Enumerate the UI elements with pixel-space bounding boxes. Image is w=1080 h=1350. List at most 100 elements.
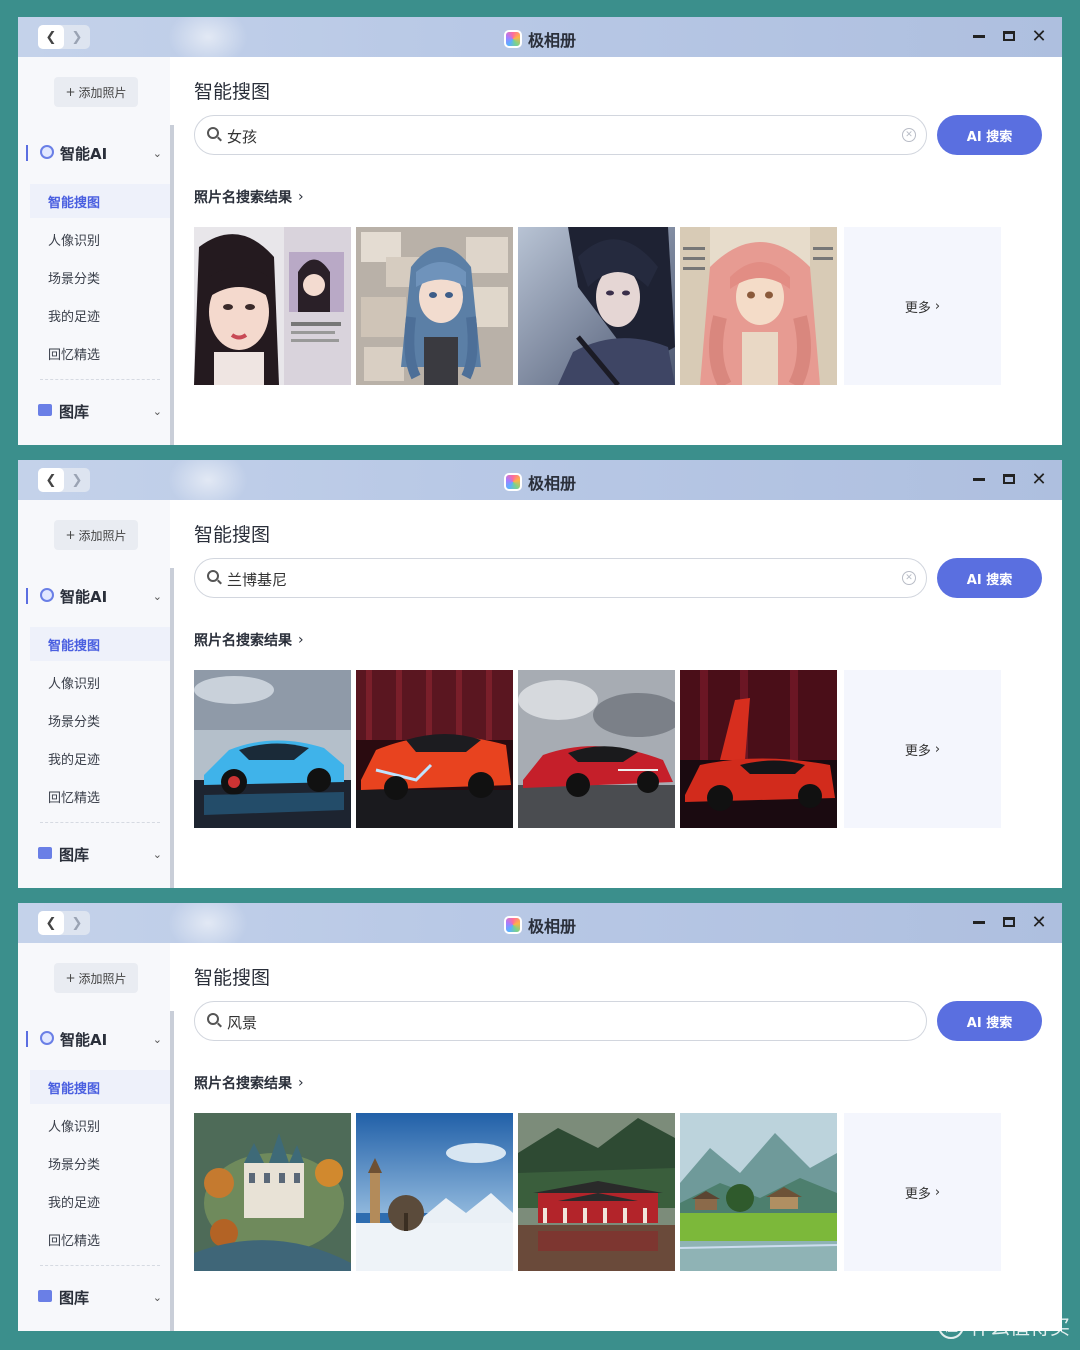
- title-bar: ❮ ❯ 极相册 ✕: [18, 17, 1062, 67]
- close-icon[interactable]: ✕: [1030, 26, 1048, 47]
- sidebar-item-memories[interactable]: 回忆精选: [30, 779, 170, 813]
- minimize-icon[interactable]: [970, 470, 988, 488]
- app-window-2: ❮ ❯ 极相册 ✕ + 添加照片 智能AI ⌄ 智能搜图 人像识别 场景分类 我的…: [18, 460, 1062, 888]
- clear-icon[interactable]: ✕: [902, 571, 916, 585]
- search-icon: [207, 570, 222, 585]
- app-logo-icon: [503, 473, 522, 491]
- more-button[interactable]: 更多 ›: [844, 670, 1001, 828]
- sidebar-divider: [40, 379, 160, 380]
- sidebar-item-scene[interactable]: 场景分类: [30, 260, 170, 294]
- chevron-right-icon: ›: [298, 632, 304, 648]
- add-photo-button[interactable]: + 添加照片: [54, 77, 138, 107]
- app-window-1: ❮ ❯ 极相册 ✕ + 添加照片 智能AI ⌄ 智能搜图 人像识别 场景分类 我的…: [18, 17, 1062, 445]
- search-input[interactable]: [227, 125, 887, 147]
- photo-thumb-castle-island[interactable]: [194, 1113, 351, 1271]
- close-icon[interactable]: ✕: [1030, 912, 1048, 933]
- search-box[interactable]: [194, 1001, 927, 1041]
- ai-search-button[interactable]: AI 搜索: [937, 1001, 1042, 1041]
- chevron-down-icon: ⌄: [152, 146, 162, 160]
- chevron-down-icon: ⌄: [152, 589, 162, 603]
- app-logo-icon: [503, 916, 522, 934]
- app-logo-icon: [503, 30, 522, 48]
- main-content: 智能搜图 ✕ AI 搜索 照片名搜索结果› 更多›: [174, 57, 1062, 445]
- sidebar-item-face[interactable]: 人像识别: [30, 665, 170, 699]
- watermark-logo-icon: 值: [938, 1312, 964, 1339]
- photo-thumb-girl-pink-hair[interactable]: [680, 227, 837, 385]
- app-title: 极相册: [18, 913, 1062, 937]
- sidebar-item-smart-search[interactable]: 智能搜图: [30, 627, 170, 661]
- search-box[interactable]: ✕: [194, 115, 927, 155]
- search-input[interactable]: [227, 1011, 887, 1033]
- photo-thumb-car-blue[interactable]: [194, 670, 351, 828]
- app-title-text: 极相册: [527, 31, 576, 50]
- watermark: 值 什么值得买: [938, 1311, 1070, 1340]
- sidebar: + 添加照片 智能AI ⌄ 智能搜图 人像识别 场景分类 我的足迹 回忆精选 图库…: [18, 57, 170, 445]
- search-icon: [207, 1013, 222, 1028]
- maximize-icon[interactable]: [1000, 470, 1018, 488]
- main-content: 智能搜图 AI 搜索 照片名搜索结果› 更多›: [174, 943, 1062, 1331]
- photo-thumb-car-red-doors[interactable]: [680, 670, 837, 828]
- more-button[interactable]: 更多 ›: [844, 1113, 1001, 1271]
- results-heading[interactable]: 照片名搜索结果 ›: [194, 1073, 304, 1093]
- photo-thumb-girl-rain[interactable]: [518, 227, 675, 385]
- sidebar-section-ai[interactable]: 智能AI ⌄: [18, 141, 170, 165]
- sidebar-item-scene[interactable]: 场景分类: [30, 1146, 170, 1180]
- sidebar-section-library[interactable]: 图库 ⌄: [18, 1285, 170, 1309]
- minimize-icon[interactable]: [970, 27, 988, 45]
- results-heading[interactable]: 照片名搜索结果 ›: [194, 187, 304, 207]
- chevron-right-icon: ›: [934, 1184, 941, 1200]
- photo-thumb-mountain-rice-field[interactable]: [680, 1113, 837, 1271]
- sidebar-item-memories[interactable]: 回忆精选: [30, 336, 170, 370]
- photo-thumb-girl-blue-hair[interactable]: [356, 227, 513, 385]
- sidebar-section-library[interactable]: 图库 ⌄: [18, 842, 170, 866]
- photo-thumb-red-temple[interactable]: [518, 1113, 675, 1271]
- sidebar: + 添加照片 智能AI ⌄ 智能搜图 人像识别 场景分类 我的足迹 回忆精选 图库…: [18, 500, 170, 888]
- sidebar-item-footprint[interactable]: 我的足迹: [30, 298, 170, 332]
- clear-icon[interactable]: ✕: [902, 128, 916, 142]
- sidebar-item-memories[interactable]: 回忆精选: [30, 1222, 170, 1256]
- sidebar-item-smart-search[interactable]: 智能搜图: [30, 184, 170, 218]
- title-bar: ❮ ❯ 极相册 ✕: [18, 460, 1062, 510]
- search-input[interactable]: [227, 568, 887, 590]
- photo-thumb-car-red-clouds[interactable]: [518, 670, 675, 828]
- main-content: 智能搜图 ✕ AI 搜索 照片名搜索结果› 更多›: [174, 500, 1062, 888]
- maximize-icon[interactable]: [1000, 27, 1018, 45]
- sidebar-section-ai[interactable]: 智能AI ⌄: [18, 1027, 170, 1051]
- sidebar-section-ai[interactable]: 智能AI ⌄: [18, 584, 170, 608]
- ai-search-button[interactable]: AI 搜索: [937, 115, 1042, 155]
- plus-icon: +: [65, 971, 76, 985]
- sidebar-item-footprint[interactable]: 我的足迹: [30, 741, 170, 775]
- sidebar-section-library[interactable]: 图库 ⌄: [18, 399, 170, 423]
- chevron-down-icon: ⌄: [152, 1032, 162, 1046]
- sidebar-item-face[interactable]: 人像识别: [30, 1108, 170, 1142]
- chevron-right-icon: ›: [934, 298, 941, 314]
- sidebar-item-footprint[interactable]: 我的足迹: [30, 1184, 170, 1218]
- page-title: 智能搜图: [194, 967, 271, 989]
- add-photo-button[interactable]: + 添加照片: [54, 963, 138, 993]
- app-title: 极相册: [18, 470, 1062, 494]
- ai-search-button[interactable]: AI 搜索: [937, 558, 1042, 598]
- sidebar-item-face[interactable]: 人像识别: [30, 222, 170, 256]
- photo-thumb-snow-mountain-church[interactable]: [356, 1113, 513, 1271]
- app-title-text: 极相册: [527, 917, 576, 936]
- chevron-right-icon: ›: [298, 189, 304, 205]
- chevron-down-icon: ⌄: [152, 847, 162, 861]
- image-icon: [38, 404, 52, 416]
- photo-thumb-girl-magazine[interactable]: [194, 227, 351, 385]
- results-heading[interactable]: 照片名搜索结果 ›: [194, 630, 304, 650]
- more-button[interactable]: 更多 ›: [844, 227, 1001, 385]
- photo-thumb-car-orange-red[interactable]: [356, 670, 513, 828]
- sidebar-item-scene[interactable]: 场景分类: [30, 703, 170, 737]
- search-box[interactable]: ✕: [194, 558, 927, 598]
- maximize-icon[interactable]: [1000, 913, 1018, 931]
- plus-icon: +: [65, 528, 76, 542]
- image-icon: [38, 1290, 52, 1302]
- page-title: 智能搜图: [194, 81, 271, 103]
- sidebar-item-smart-search[interactable]: 智能搜图: [30, 1070, 170, 1104]
- sidebar-divider: [40, 1265, 160, 1266]
- add-photo-button[interactable]: + 添加照片: [54, 520, 138, 550]
- chevron-right-icon: ›: [298, 1075, 304, 1091]
- image-icon: [38, 847, 52, 859]
- close-icon[interactable]: ✕: [1030, 469, 1048, 490]
- minimize-icon[interactable]: [970, 913, 988, 931]
